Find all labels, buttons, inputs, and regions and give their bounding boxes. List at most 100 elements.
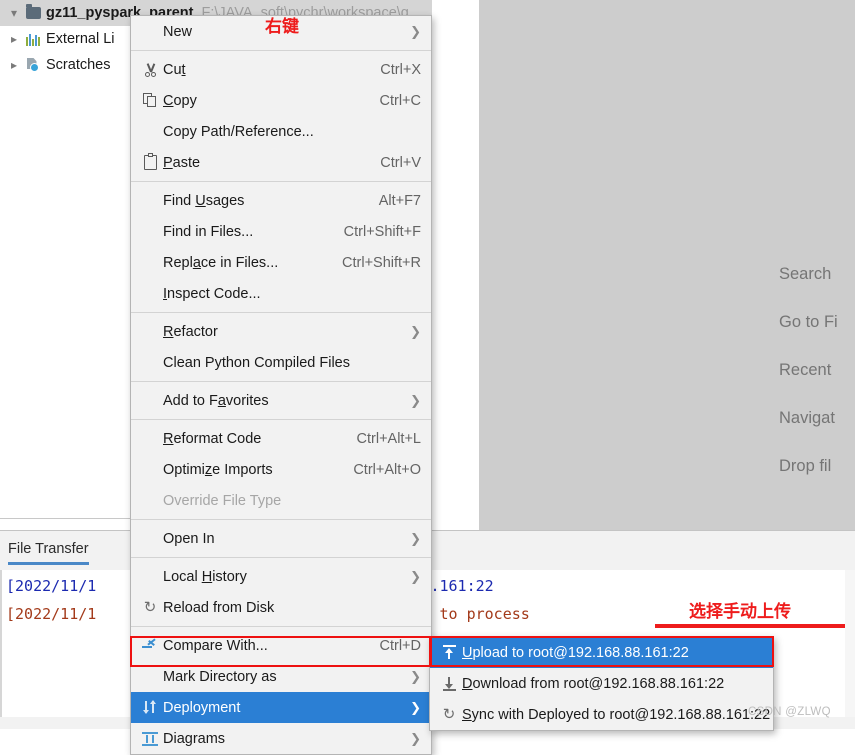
menu-item-label: Reformat Code <box>163 430 262 447</box>
menu-item-shortcut: Ctrl+Alt+O <box>353 461 421 478</box>
tree-node-icon <box>24 57 42 73</box>
menu-item-label: Refactor <box>163 323 218 340</box>
editor-hint-list: Search Go to Fi Recent Navigat Drop fil <box>779 250 855 490</box>
library-icon <box>26 33 40 46</box>
deployment-submenu[interactable]: Upload to root@192.168.88.161:22 Download… <box>429 636 774 731</box>
chevron-right-icon: ❯ <box>410 669 421 684</box>
menu-item-local-history[interactable]: Local History ❯ <box>131 561 431 592</box>
tab-file-transfer[interactable]: File Transfer <box>8 541 89 565</box>
menu-item-shortcut: Ctrl+Alt+L <box>356 430 421 447</box>
menu-item-shortcut: Ctrl+D <box>379 637 422 654</box>
menu-item-label: Paste <box>163 154 201 171</box>
menu-item-reformat-code[interactable]: Reformat Code Ctrl+Alt+L <box>131 423 431 454</box>
menu-separator <box>131 519 431 520</box>
annotation-underline <box>655 624 845 628</box>
menu-item-refactor[interactable]: Refactor ❯ <box>131 316 431 347</box>
submenu-item-sync-with-deployed-to-root-192-168[interactable]: ↻ Sync with Deployed to root@192.168.88.1… <box>430 699 773 730</box>
menu-item-label: Open In <box>163 530 215 547</box>
menu-item-label: Add to Favorites <box>163 392 269 409</box>
menu-item-label: Copy Path/Reference... <box>163 123 314 140</box>
editor-hint-1[interactable]: Go to Fi <box>779 298 855 346</box>
menu-item-label: Upload to root@192.168.88.161:22 <box>462 644 689 661</box>
menu-item-label: Clean Python Compiled Files <box>163 354 350 371</box>
menu-separator <box>131 50 431 51</box>
menu-item-shortcut: Alt+F7 <box>378 192 421 209</box>
scratches-icon <box>26 58 41 72</box>
editor-hint-4[interactable]: Drop fil <box>779 442 855 490</box>
chevron-right-icon: ❯ <box>410 24 421 39</box>
menu-item-label: Override File Type <box>163 492 282 509</box>
menu-item-find-in-files[interactable]: Find in Files... Ctrl+Shift+F <box>131 216 431 247</box>
sync-icon: ↻ <box>442 705 456 723</box>
paste-icon <box>137 153 163 170</box>
editor-splitter <box>432 0 479 533</box>
editor-hint-0[interactable]: Search <box>779 250 855 298</box>
menu-separator <box>131 312 431 313</box>
annotation-manual-upload: 选择手动上传 <box>689 602 791 622</box>
chevron-right-icon: ❯ <box>410 324 421 339</box>
menu-item-deployment[interactable]: Deployment ❯ <box>131 692 431 723</box>
menu-item-label: Deployment <box>163 699 241 716</box>
menu-item-inspect-code[interactable]: Inspect Code... <box>131 278 431 309</box>
editor-hint-2[interactable]: Recent <box>779 346 855 394</box>
menu-item-mark-directory-as[interactable]: Mark Directory as ❯ <box>131 661 431 692</box>
menu-separator <box>131 381 431 382</box>
menu-item-shortcut: Ctrl+V <box>380 154 421 171</box>
menu-item-reload-from-disk[interactable]: ↻ Reload from Disk <box>131 592 431 623</box>
chevron-right-icon: ❯ <box>410 731 421 746</box>
menu-item-label: Compare With... <box>163 637 268 654</box>
menu-item-cut[interactable]: Cut Ctrl+X <box>131 54 431 85</box>
upload-icon <box>436 645 462 660</box>
menu-item-shortcut: Ctrl+X <box>380 61 421 78</box>
menu-item-optimize-imports[interactable]: Optimize Imports Ctrl+Alt+O <box>131 454 431 485</box>
watermark: CSDN @ZLWQ <box>748 706 831 718</box>
menu-item-label: Find in Files... <box>163 223 254 240</box>
chevron-right-icon: ❯ <box>410 700 421 715</box>
menu-separator <box>131 557 431 558</box>
menu-item-label: Reload from Disk <box>163 599 275 616</box>
menu-item-label: Diagrams <box>163 730 226 747</box>
menu-item-clean-python-compiled-files[interactable]: Clean Python Compiled Files <box>131 347 431 378</box>
menu-item-shortcut: Ctrl+C <box>379 92 422 109</box>
menu-item-label: Replace in Files... <box>163 254 279 271</box>
chevron-down-icon[interactable]: ▾ <box>4 7 24 19</box>
menu-separator <box>131 626 431 627</box>
menu-item-diagrams[interactable]: Diagrams ❯ <box>131 723 431 754</box>
submenu-item-upload-to-root-192-168-88-161-22[interactable]: Upload to root@192.168.88.161:22 <box>430 637 773 668</box>
menu-item-shortcut: Ctrl+Shift+F <box>343 223 421 240</box>
tree-node-label: External Li <box>46 31 115 47</box>
menu-item-copy-path-reference[interactable]: Copy Path/Reference... <box>131 116 431 147</box>
chevron-right-icon[interactable]: ▸ <box>4 33 24 45</box>
menu-item-compare-with[interactable]: Compare With... Ctrl+D <box>131 630 431 661</box>
tree-node-icon <box>24 4 42 21</box>
tree-node-label: Scratches <box>46 57 111 73</box>
menu-item-paste[interactable]: Paste Ctrl+V <box>131 147 431 178</box>
menu-item-copy[interactable]: Copy Ctrl+C <box>131 85 431 116</box>
menu-separator <box>131 181 431 182</box>
menu-item-add-to-favorites[interactable]: Add to Favorites ❯ <box>131 385 431 416</box>
menu-item-label: Mark Directory as <box>163 668 277 685</box>
menu-item-override-file-type[interactable]: Override File Type <box>131 485 431 516</box>
context-menu[interactable]: New ❯ Cut Ctrl+X Copy Ctrl+C Copy Path/Referen… <box>130 15 432 755</box>
submenu-item-download-from-root-192-168-88-161-[interactable]: Download from root@192.168.88.161:22 <box>430 668 773 699</box>
editor-hint-3[interactable]: Navigat <box>779 394 855 442</box>
menu-item-shortcut: Ctrl+Shift+R <box>342 254 421 271</box>
chevron-right-icon: ❯ <box>410 393 421 408</box>
chevron-right-icon: ❯ <box>410 569 421 584</box>
menu-item-label: Copy <box>163 92 197 109</box>
deployment-icon <box>137 700 163 715</box>
menu-item-label: Find Usages <box>163 192 245 209</box>
menu-item-replace-in-files[interactable]: Replace in Files... Ctrl+Shift+R <box>131 247 431 278</box>
menu-item-find-usages[interactable]: Find Usages Alt+F7 <box>131 185 431 216</box>
console-left-gutter <box>0 570 2 729</box>
menu-separator <box>131 419 431 420</box>
chevron-right-icon[interactable]: ▸ <box>4 59 24 71</box>
chevron-right-icon: ❯ <box>410 531 421 546</box>
menu-item-label: Local History <box>163 568 247 585</box>
menu-item-label: Cut <box>163 61 186 78</box>
folder-icon <box>25 4 41 19</box>
menu-item-open-in[interactable]: Open In ❯ <box>131 523 431 554</box>
menu-item-label: Inspect Code... <box>163 285 261 302</box>
tab-file-transfer-label: File Transfer <box>8 541 89 557</box>
scissors-icon <box>137 62 163 77</box>
